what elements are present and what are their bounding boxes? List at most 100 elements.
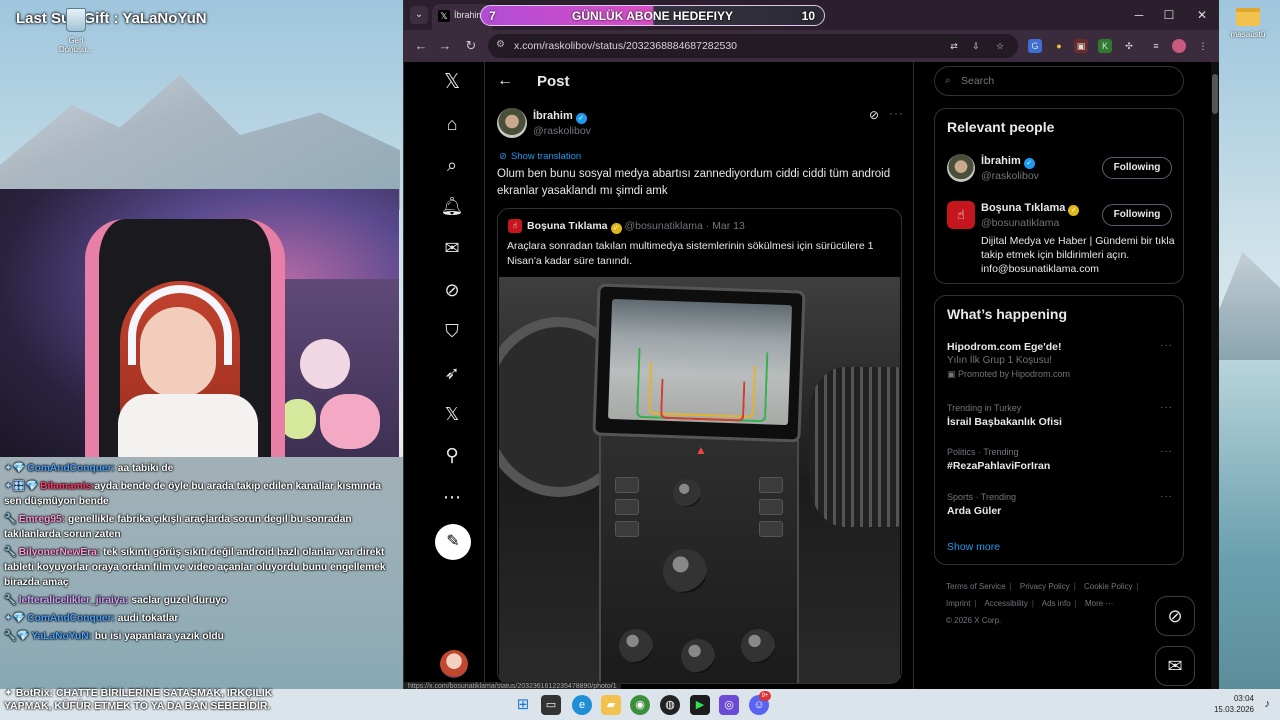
profile-avatar-icon[interactable]: [1172, 39, 1186, 53]
trend-item[interactable]: Sports · Trending Arda Güler: [947, 491, 1167, 518]
bookmark-star-icon[interactable]: ☆: [993, 39, 1007, 53]
browser-toolbar: ← → ↻ ⚙ x.com/raskolibov/status/20323688…: [404, 30, 1219, 62]
back-icon[interactable]: ←: [412, 37, 430, 55]
reload-icon[interactable]: ↻: [462, 37, 480, 55]
grok-explain-icon[interactable]: ⊘: [869, 108, 879, 122]
quoted-handle-date: @bosunatiklama · Mar 13: [624, 220, 745, 232]
extension-icon[interactable]: K: [1098, 39, 1112, 53]
chrome-icon[interactable]: ◉: [630, 695, 650, 715]
trend-item[interactable]: Trending in Turkey İsrail Başbakanlık Of…: [947, 402, 1167, 429]
extension-icon[interactable]: ●: [1052, 39, 1066, 53]
show-translation-link[interactable]: ⊘ Show translation: [499, 151, 581, 162]
menu-dots-icon[interactable]: ⋮: [1196, 39, 1210, 53]
author-handle[interactable]: @raskolibov: [533, 125, 591, 137]
forward-icon[interactable]: →: [436, 37, 454, 55]
chat-username: BilyonerNewEra:: [18, 547, 101, 558]
trend-more-icon[interactable]: ···: [1160, 340, 1173, 351]
site-info-icon[interactable]: ⚙: [496, 39, 505, 50]
tab-search-chevron-icon[interactable]: ⌄: [410, 6, 428, 24]
chat-text: aa tabiki de: [117, 463, 174, 474]
translate-icon[interactable]: ⇄: [947, 39, 961, 53]
author-name-row[interactable]: İbrahim ✓: [533, 110, 587, 124]
post-more-icon[interactable]: ···: [889, 106, 904, 120]
back-arrow-icon[interactable]: ←: [497, 72, 513, 90]
minimize-icon[interactable]: ─: [1130, 6, 1148, 24]
extension-icon[interactable]: G: [1028, 39, 1042, 53]
following-button[interactable]: Following: [1102, 204, 1172, 226]
chat-badge-icon: 🔧: [4, 547, 17, 558]
messages-mail-icon[interactable]: ✉: [440, 236, 464, 260]
notifications-bell-icon[interactable]: 🔔︎: [440, 194, 464, 218]
trend-more-icon[interactable]: ···: [1160, 402, 1173, 413]
footer-links: Terms of Service | Privacy Policy | Cookie…: [946, 578, 1176, 629]
search-input[interactable]: ⌕ Search: [934, 66, 1184, 96]
footer-divider: |: [1073, 582, 1076, 591]
grok-icon[interactable]: ⊘: [440, 278, 464, 302]
recycle-bin-shortcut[interactable]: Geri Dönüşü...: [56, 8, 96, 54]
chat-badge-icon: ✦💎: [4, 613, 26, 624]
extension-icon[interactable]: ▣: [1074, 39, 1088, 53]
app-icon[interactable]: ◎: [719, 695, 739, 715]
following-button[interactable]: Following: [1102, 157, 1172, 179]
relevant-people-panel: Relevant people İbrahim ✓ @raskolibov Fol…: [934, 108, 1184, 284]
quoted-photo[interactable]: ▲: [499, 277, 900, 683]
scrollbar-thumb[interactable]: [1212, 74, 1218, 114]
terms-link[interactable]: Terms of Service: [946, 582, 1006, 591]
stream-chat: ✦💎 ComAndConquer: aa tabiki de ✦🎛💎 Bilamam…: [0, 457, 403, 689]
grok-float-button[interactable]: ⊘: [1155, 596, 1195, 636]
compose-post-button[interactable]: ✎: [435, 524, 471, 560]
plush-toy: [280, 399, 316, 439]
maximize-icon[interactable]: ☐: [1160, 6, 1178, 24]
extensions-puzzle-icon[interactable]: ✣: [1122, 39, 1136, 53]
bookmarks-icon[interactable]: ⛉: [440, 319, 464, 343]
address-bar[interactable]: ⚙ x.com/raskolibov/status/20323688846872…: [488, 34, 1018, 58]
trend-more-icon[interactable]: ···: [1160, 491, 1173, 502]
home-icon[interactable]: ⌂: [440, 112, 464, 136]
media-controls-icon[interactable]: ≡: [1149, 39, 1163, 53]
more-circle-icon[interactable]: ⋯: [440, 485, 464, 509]
footer-divider: |: [1031, 599, 1034, 608]
privacy-link[interactable]: Privacy Policy: [1020, 582, 1070, 591]
person-name-row[interactable]: İbrahim ✓: [981, 155, 1035, 169]
quoted-post[interactable]: ☝ Boşuna Tıklama ✓ @bosunatiklama · Mar 1…: [497, 208, 902, 684]
plush-toy: [300, 339, 350, 389]
x-premium-logo-icon[interactable]: 𝕏: [440, 402, 464, 426]
task-view-icon[interactable]: ▭: [541, 695, 561, 715]
windows-start-icon[interactable]: ⊞: [513, 695, 533, 715]
explore-search-icon[interactable]: ⌕: [440, 153, 464, 177]
chat-username: ComAndConquer:: [27, 463, 115, 474]
desktop-folder-shortcut[interactable]: masaüstü: [1226, 8, 1270, 39]
imprint-link[interactable]: Imprint: [946, 599, 970, 608]
person-avatar[interactable]: [947, 154, 975, 182]
account-avatar[interactable]: [440, 650, 468, 678]
promoted-label: ▣ Promoted by Hipodrom.com: [947, 368, 1167, 381]
install-app-icon[interactable]: ⇩: [969, 39, 983, 53]
kick-icon[interactable]: ▶: [690, 695, 710, 715]
ads-info-link[interactable]: Ads info: [1042, 599, 1071, 608]
system-clock[interactable]: 03:04 15.03.2026: [1214, 693, 1254, 715]
person-name-row[interactable]: Boşuna Tıklama ✓: [981, 202, 1080, 216]
author-avatar[interactable]: [497, 108, 527, 138]
notification-center-icon[interactable]: ♪: [1265, 698, 1271, 710]
person-avatar[interactable]: ☝: [947, 201, 975, 229]
edge-icon[interactable]: e: [572, 695, 592, 715]
more-link[interactable]: More ···: [1085, 599, 1113, 608]
page-scrollbar[interactable]: [1211, 62, 1219, 690]
messages-float-button[interactable]: ✉: [1155, 646, 1195, 686]
cookie-link[interactable]: Cookie Policy: [1084, 582, 1132, 591]
premium-rocket-icon[interactable]: ➶: [440, 361, 464, 385]
climate-knob: [681, 639, 715, 673]
trend-item[interactable]: Hipodrom.com Ege'de! Yılın İlk Grup 1 Ko…: [947, 340, 1167, 381]
accessibility-link[interactable]: Accessibility: [984, 599, 1028, 608]
trend-item[interactable]: Politics · Trending #RezaPahlaviForIran: [947, 446, 1167, 473]
show-more-link[interactable]: Show more: [947, 541, 1000, 553]
close-icon[interactable]: ✕: [1193, 6, 1211, 24]
profile-icon[interactable]: ⚲: [440, 443, 464, 467]
clock-time: 03:04: [1233, 694, 1254, 703]
x-logo-icon[interactable]: 𝕏: [440, 70, 464, 94]
author-name: İbrahim: [533, 110, 573, 122]
trend-more-icon[interactable]: ···: [1160, 446, 1173, 457]
desktop-folder-label: masaüstü: [1230, 30, 1266, 39]
obs-icon[interactable]: ◍: [660, 695, 680, 715]
file-explorer-icon[interactable]: ▰: [601, 695, 621, 715]
